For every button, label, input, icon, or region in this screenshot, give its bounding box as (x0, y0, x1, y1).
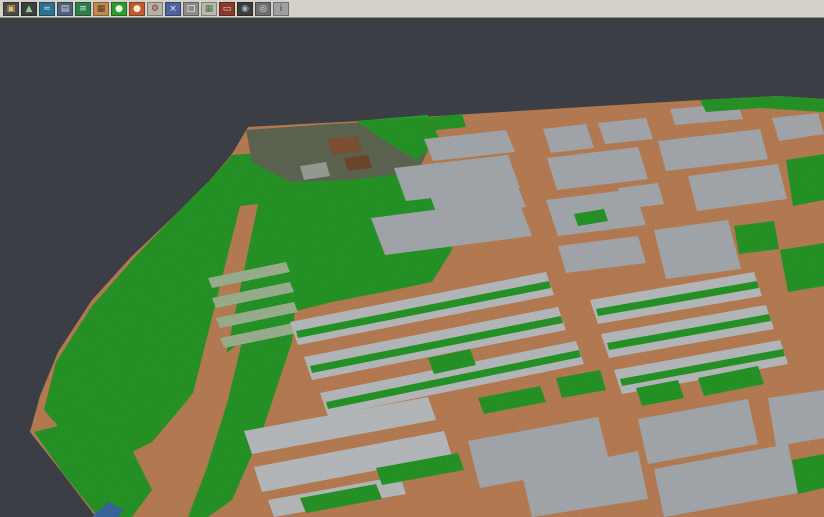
classify-vegetation-icon[interactable]: ● (111, 2, 127, 16)
camera-icon[interactable]: ◎ (255, 2, 271, 16)
open-project-icon[interactable]: ▣ (3, 2, 19, 16)
info-icon[interactable]: i (273, 2, 289, 16)
grid-icon[interactable]: ▦ (201, 2, 217, 16)
orthophoto-icon[interactable]: ▦ (93, 2, 109, 16)
layers-icon[interactable]: ≡ (75, 2, 91, 16)
3d-viewport-canvas[interactable] (0, 0, 824, 517)
measure-icon[interactable]: ▭ (219, 2, 235, 16)
settings-icon[interactable]: ⚙ (147, 2, 163, 16)
import-cloud-icon[interactable]: ▲ (21, 2, 37, 16)
globe-icon[interactable]: ◉ (237, 2, 253, 16)
water-level-icon[interactable]: ≈ (39, 2, 55, 16)
main-toolbar: ▣▲≈▤≡▦●●⚙×□▦▭◉◎i (0, 0, 824, 18)
dem-icon[interactable]: ▤ (57, 2, 73, 16)
delete-icon[interactable]: × (165, 2, 181, 16)
classify-ground-icon[interactable]: ● (129, 2, 145, 16)
expand-icon[interactable]: □ (183, 2, 199, 16)
